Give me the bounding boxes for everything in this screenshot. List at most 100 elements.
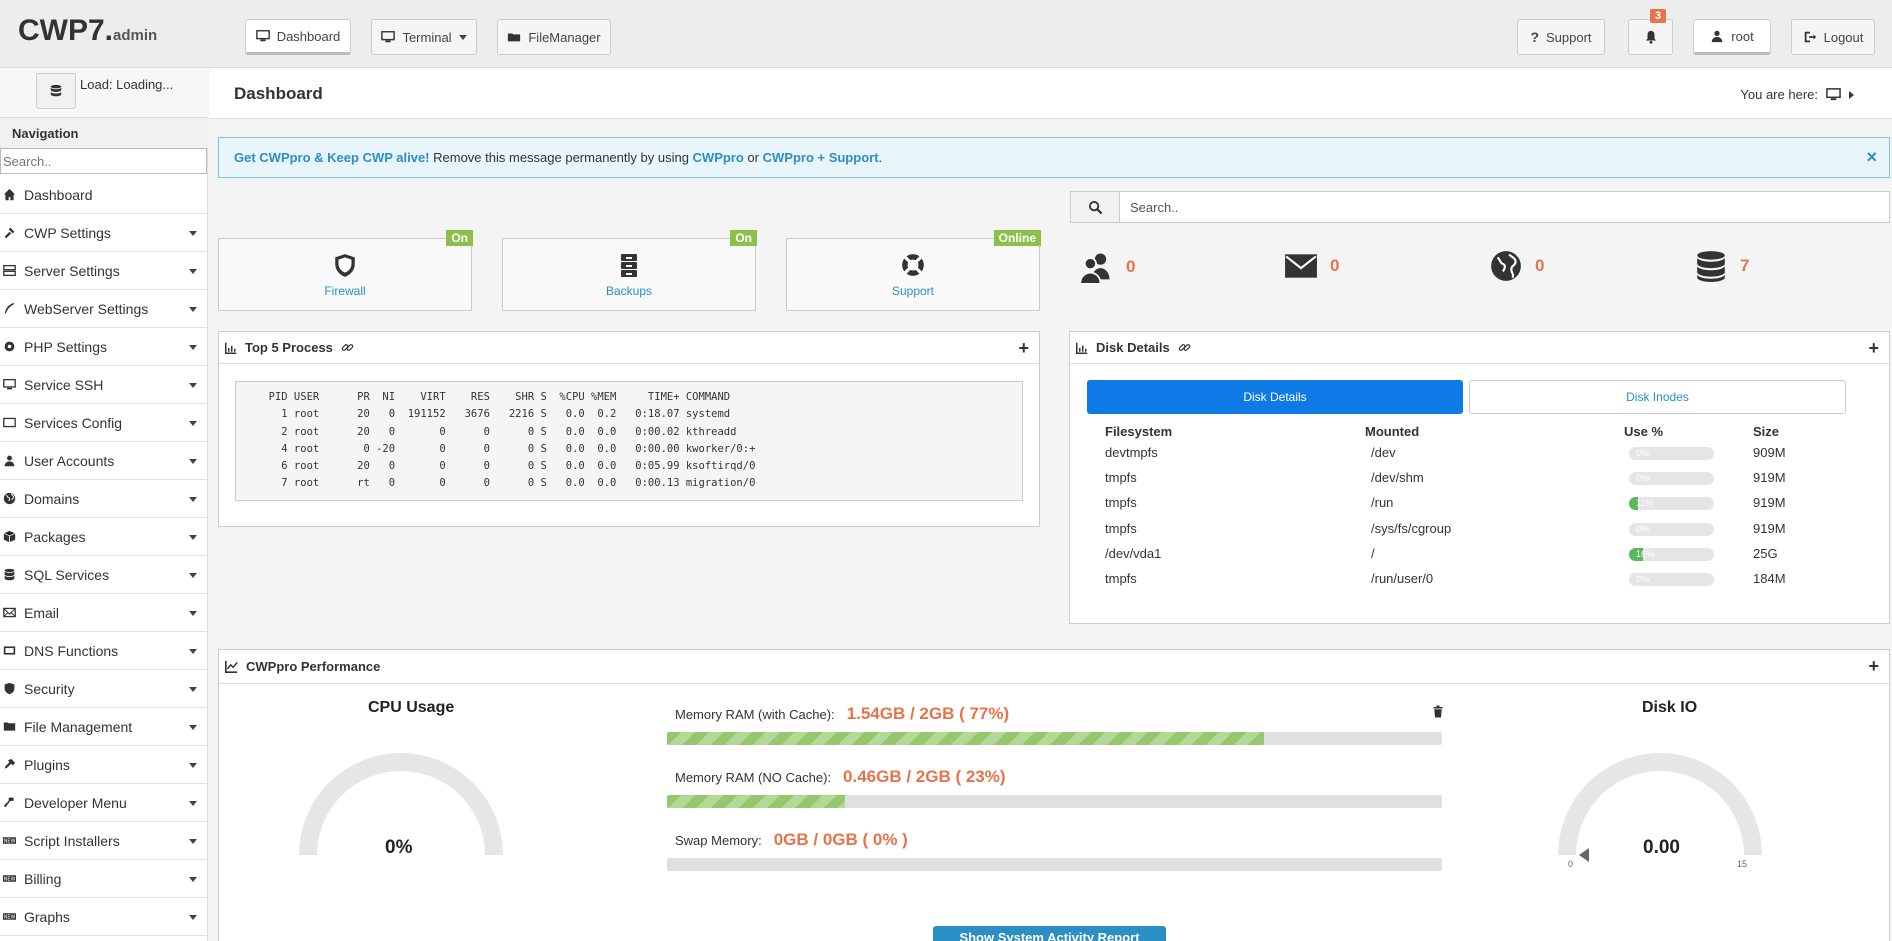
notification-count-badge: 3 (1650, 9, 1667, 23)
sidebar-item-script-installers[interactable]: NEW Script Installers (0, 822, 207, 860)
stat-databases[interactable]: 7 (1694, 249, 1749, 283)
backups-status-box[interactable]: On Backups (502, 230, 757, 311)
sidebar-item-dns-functions[interactable]: DNS Functions (0, 632, 207, 670)
user-menu-button[interactable]: root (1693, 19, 1771, 55)
new-badge-icon: NEW (3, 872, 21, 886)
show-activity-report-button[interactable]: Show System Activity Report (933, 926, 1166, 941)
sidebar-item-plugins[interactable]: Plugins (0, 746, 207, 784)
disk-cell-mounted: /dev/shm (1371, 470, 1424, 486)
svg-text:NEW: NEW (4, 915, 16, 921)
monitor-icon (3, 378, 21, 392)
support-button[interactable]: ? Support (1517, 19, 1605, 55)
disk-usage-text: 0% (1636, 448, 1650, 458)
disk-usage-bar: 11% (1629, 497, 1714, 511)
terminal-button[interactable]: Terminal (371, 19, 477, 55)
sidebar-item-sql-services[interactable]: SQL Services (0, 556, 207, 594)
swap-label: Swap Memory: 0GB / 0GB ( 0% ) (675, 830, 908, 849)
alert-link-cwppro[interactable]: CWPpro (693, 150, 744, 165)
sidebar-item-server-settings[interactable]: Server Settings (0, 252, 207, 290)
sidebar-item-security[interactable]: Security (0, 670, 207, 708)
disk-usage-bar: 0% (1629, 472, 1714, 486)
sidebar-item-php-settings[interactable]: PHP Settings (0, 328, 207, 366)
disk-cell-size: 25G (1753, 545, 1778, 561)
logout-button[interactable]: Logout (1791, 19, 1875, 55)
expand-button[interactable]: + (1868, 656, 1879, 677)
search-input[interactable]: Search.. (1119, 191, 1890, 223)
column-header-filesystem: Filesystem (1105, 424, 1173, 439)
packages-icon (3, 530, 21, 544)
disk-cell-mounted: / (1371, 545, 1375, 561)
chevron-down-icon (189, 307, 197, 312)
folder-icon (3, 720, 21, 734)
sidebar-item-webserver-settings[interactable]: WebServer Settings (0, 290, 207, 328)
sidebar-item-dashboard[interactable]: Dashboard (0, 176, 207, 214)
firewall-status-box[interactable]: On Firewall (218, 230, 473, 311)
sidebar-item-domains[interactable]: Domains (0, 480, 207, 518)
disk-cell-filesystem: tmpfs (1105, 520, 1137, 536)
plug-icon (3, 758, 21, 772)
folder-icon (507, 30, 521, 44)
panel-header: Disk Details + (1070, 332, 1889, 364)
memory-cache-bar (667, 732, 1442, 745)
link-icon[interactable] (1178, 341, 1191, 354)
chevron-down-icon (189, 535, 197, 540)
chevron-down-icon (189, 497, 197, 502)
tab-disk-inodes[interactable]: Disk Inodes (1469, 380, 1846, 414)
disk-usage-text: 11% (1636, 498, 1654, 509)
search-button[interactable] (1070, 191, 1120, 223)
support-status-box[interactable]: Online Support (786, 230, 1041, 311)
bar-chart-icon (1076, 342, 1088, 354)
sidebar-item-packages[interactable]: Packages (0, 518, 207, 556)
user-icon (3, 454, 21, 468)
sidebar-item-email[interactable]: Email (0, 594, 207, 632)
shield-icon (3, 682, 21, 696)
alert-link-cwppro-keep[interactable]: Get CWPpro & Keep CWP alive! (234, 150, 430, 165)
sidebar-item-services-config[interactable]: Services Config (0, 404, 207, 442)
sidebar-item-label: File Management (24, 718, 133, 735)
trash-icon[interactable] (1432, 705, 1444, 718)
sidebar-item-graphs[interactable]: NEW Graphs (0, 898, 207, 936)
sidebar-item-cwp-settings[interactable]: CWP Settings (0, 214, 207, 252)
disk-cell-mounted: /run (1371, 495, 1394, 511)
stat-domains[interactable]: 0 (1489, 249, 1544, 283)
stat-emails[interactable]: 0 (1284, 249, 1339, 283)
disk-io-min: 0 (1568, 859, 1574, 869)
sidebar-item-developer-menu[interactable]: Developer Menu (0, 784, 207, 822)
disk-usage-bar: 0% (1629, 573, 1714, 586)
logout-icon (1803, 30, 1817, 44)
memory-nocache-bar (667, 795, 1442, 808)
sidebar-item-user-accounts[interactable]: User Accounts (0, 442, 207, 480)
sidebar-item-file-management[interactable]: File Management (0, 708, 207, 746)
home-icon (3, 188, 21, 202)
sidebar-item-service-ssh[interactable]: Service SSH (0, 366, 207, 404)
logo[interactable]: CWP7.admin (18, 14, 157, 48)
notifications-button[interactable] (1628, 19, 1673, 55)
monitor-icon[interactable] (1826, 87, 1841, 102)
swap-bar (667, 858, 1442, 871)
alert-link-cwppro-support[interactable]: CWPpro + Support (763, 150, 879, 165)
shield-icon (332, 252, 358, 278)
expand-button[interactable]: + (1868, 338, 1879, 359)
server-load-button[interactable] (36, 73, 76, 109)
svg-text:NEW: NEW (4, 877, 16, 883)
monitor-icon (381, 30, 396, 44)
sidebar-item-billing[interactable]: NEW Billing (0, 860, 207, 898)
tab-disk-details[interactable]: Disk Details (1087, 380, 1463, 414)
sidebar-item-label: Developer Menu (24, 794, 127, 811)
chevron-down-icon (458, 34, 467, 40)
disk-cell-mounted: /sys/fs/cgroup (1371, 520, 1452, 536)
chevron-down-icon (189, 383, 197, 388)
close-icon[interactable]: × (1866, 147, 1877, 168)
gear-icon (3, 340, 21, 354)
envelope-icon (3, 606, 21, 620)
expand-button[interactable]: + (1018, 338, 1029, 359)
sidebar-item-label: Script Installers (24, 832, 120, 849)
dashboard-button[interactable]: Dashboard (245, 19, 351, 55)
disk-cell-filesystem: tmpfs (1105, 571, 1137, 586)
stat-users[interactable]: 0 (1078, 249, 1135, 285)
database-icon (1694, 249, 1728, 283)
filemanager-button[interactable]: FileManager (497, 19, 611, 55)
link-icon[interactable] (341, 341, 354, 354)
nav-search-input[interactable] (0, 148, 207, 174)
chevron-down-icon (189, 421, 197, 426)
